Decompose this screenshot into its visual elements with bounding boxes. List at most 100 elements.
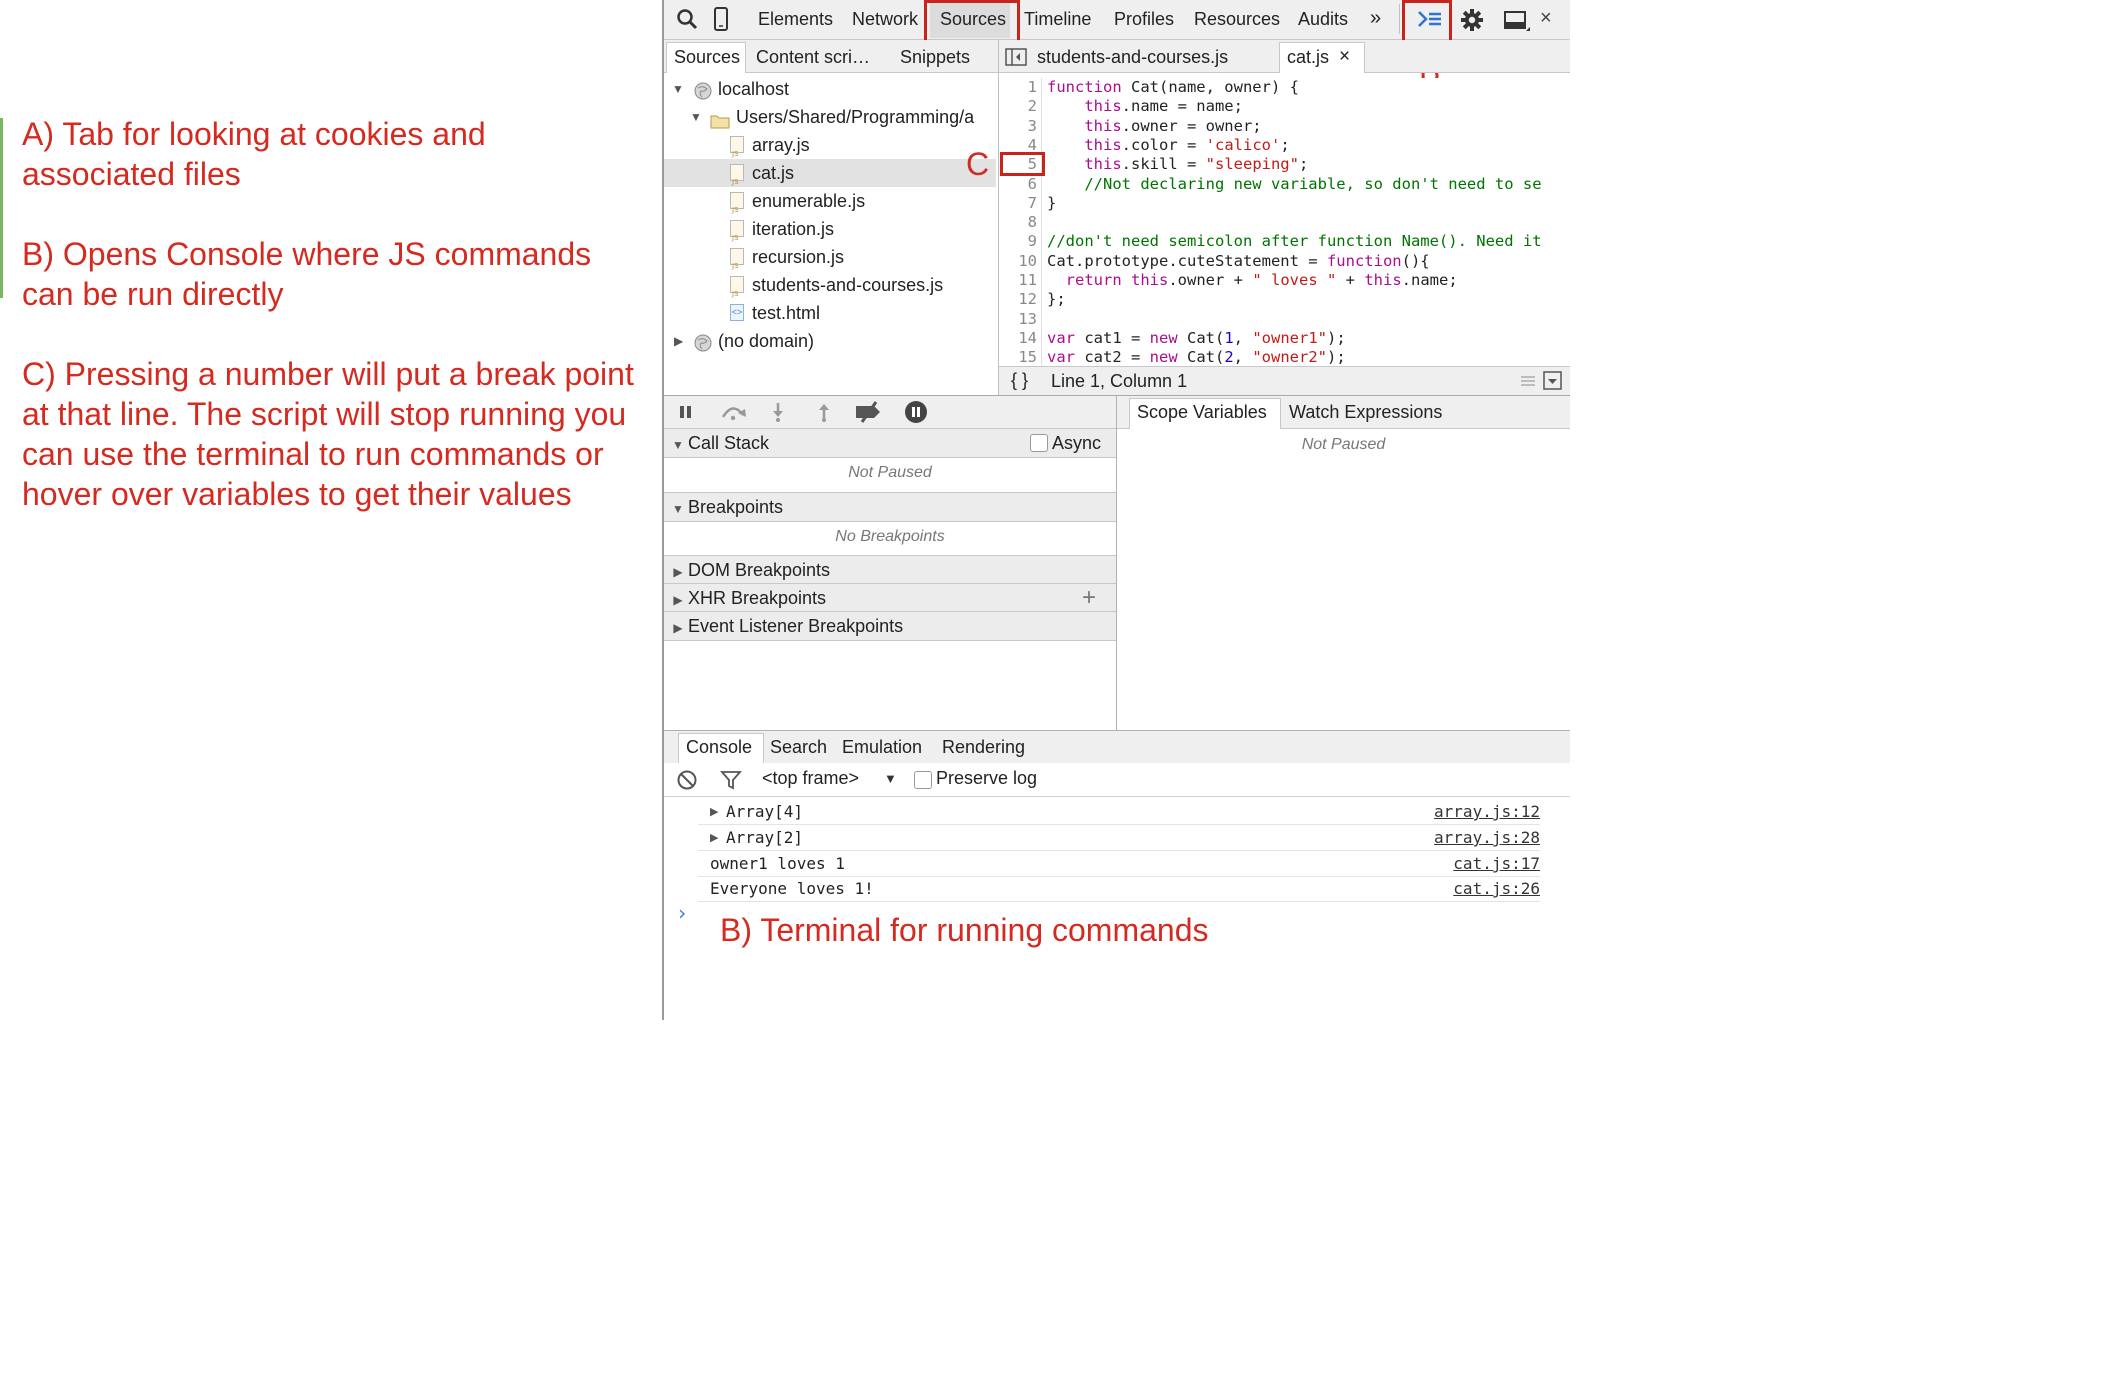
- deactivate-breakpoints-icon[interactable]: [854, 401, 884, 423]
- html-file-icon: <>: [730, 304, 744, 321]
- tree-item-label: students-and-courses.js: [752, 275, 944, 295]
- console-message-text: owner1 loves 1: [710, 854, 845, 873]
- tree-item-label: localhost: [718, 79, 790, 99]
- gear-icon[interactable]: [1460, 8, 1484, 32]
- tree-item-localhost[interactable]: ▼ localhost: [664, 75, 996, 103]
- breakpoints-header[interactable]: ▼ Breakpoints: [664, 492, 1116, 522]
- pretty-print-icon[interactable]: { }: [1011, 370, 1028, 391]
- collapsed-triangle-icon: ▶: [673, 621, 683, 635]
- drawer-tab-emulation[interactable]: Emulation: [842, 737, 922, 758]
- search-icon[interactable]: [676, 8, 698, 30]
- left-edge-accent: [0, 118, 3, 298]
- device-mode-icon[interactable]: [714, 6, 728, 32]
- list-icon[interactable]: [1521, 374, 1535, 388]
- annotation-a-box: [924, 0, 1020, 43]
- console-message-text: Everyone loves 1!: [710, 879, 874, 898]
- tab-close-icon[interactable]: ×: [1339, 46, 1350, 68]
- tab-audits[interactable]: Audits: [1298, 9, 1348, 30]
- pause-icon[interactable]: [678, 405, 694, 419]
- dom-breakpoints-header[interactable]: ▶ DOM Breakpoints: [664, 555, 1116, 585]
- editor-tab-students-and-courses[interactable]: students-and-courses.js: [1037, 47, 1228, 68]
- tab-watch-expressions[interactable]: Watch Expressions: [1289, 402, 1442, 423]
- async-label: Async: [1052, 433, 1102, 453]
- event-breakpoints-title: Event Listener Breakpoints: [688, 616, 904, 636]
- drawer-tab-console[interactable]: Console: [686, 737, 752, 758]
- console-toolbar: <top frame> ▼ Preserve log: [664, 763, 1570, 797]
- toggle-debugger-icon[interactable]: [1543, 371, 1563, 391]
- step-into-icon[interactable]: [770, 402, 786, 422]
- frame-selector[interactable]: <top frame>: [762, 768, 859, 789]
- expand-triangle-icon[interactable]: ▶: [710, 799, 718, 824]
- console-message[interactable]: Everyone loves 1! cat.js:26: [698, 876, 1540, 902]
- tab-timeline[interactable]: Timeline: [1024, 9, 1091, 30]
- close-icon[interactable]: ×: [1540, 7, 1552, 30]
- expand-triangle-icon[interactable]: ▶: [710, 825, 718, 850]
- filter-icon[interactable]: [720, 769, 742, 791]
- console-message[interactable]: owner1 loves 1 cat.js:17: [698, 851, 1540, 877]
- editor-statusbar: { } Line 1, Column 1: [999, 366, 1570, 397]
- note-a: A) Tab for looking at cookies and associ…: [22, 116, 486, 192]
- toggle-navigator-icon[interactable]: [1005, 48, 1027, 66]
- add-xhr-breakpoint-icon[interactable]: +: [1082, 584, 1096, 612]
- tab-elements[interactable]: Elements: [758, 9, 833, 30]
- tree-item-label: enumerable.js: [752, 191, 866, 211]
- console-message-text: Array[4]: [726, 802, 804, 821]
- expanded-triangle-icon: ▼: [672, 82, 684, 96]
- console-message[interactable]: ▶ Array[4] array.js:12: [698, 799, 1540, 825]
- tree-item-no-domain[interactable]: ▶ (no domain): [664, 327, 996, 355]
- code-editor[interactable]: 1 function Cat(name, owner) { 2 this.name…: [999, 78, 1570, 366]
- tab-resources[interactable]: Resources: [1194, 9, 1280, 30]
- tree-item-label: recursion.js: [752, 247, 845, 267]
- js-file-icon: [730, 220, 744, 243]
- nav-tab-snippets[interactable]: Snippets: [900, 47, 970, 68]
- call-stack-header[interactable]: ▼ Call Stack Async: [664, 428, 1116, 458]
- folder-icon: [710, 109, 730, 129]
- event-listener-breakpoints-header[interactable]: ▶ Event Listener Breakpoints: [664, 611, 1116, 641]
- preserve-log-checkbox[interactable]: [914, 771, 932, 789]
- tree-item-enumerable-js[interactable]: enumerable.js: [664, 187, 996, 215]
- console-source-link[interactable]: array.js:12: [1434, 799, 1540, 824]
- note-b: B) Opens Console where JS commands can b…: [22, 236, 592, 312]
- console-source-link[interactable]: cat.js:17: [1453, 851, 1540, 876]
- tree-item-label: test.html: [752, 303, 821, 323]
- xhr-breakpoints-header[interactable]: ▶ XHR Breakpoints +: [664, 583, 1116, 613]
- drawer-tabbar: Console Search Emulation Rendering: [664, 730, 1570, 764]
- tree-item-label: (no domain): [718, 331, 815, 351]
- step-out-icon[interactable]: [816, 402, 832, 422]
- console-source-link[interactable]: cat.js:26: [1453, 876, 1540, 901]
- tree-item-recursion-js[interactable]: recursion.js: [664, 243, 996, 271]
- call-stack-not-paused: Not Paused: [848, 464, 932, 481]
- nav-tab-content-scripts[interactable]: Content scri…: [756, 47, 870, 68]
- async-checkbox[interactable]: [1030, 434, 1048, 452]
- editor-tab-cat-js[interactable]: cat.js: [1287, 47, 1329, 68]
- tree-item-array-js[interactable]: array.js: [664, 131, 996, 159]
- dom-breakpoints-title: DOM Breakpoints: [688, 560, 831, 580]
- prompt-chevron-icon: ›: [676, 901, 689, 925]
- tab-network[interactable]: Network: [852, 9, 918, 30]
- drawer-tab-search[interactable]: Search: [770, 737, 827, 758]
- tab-scope-variables[interactable]: Scope Variables: [1137, 402, 1267, 423]
- editor-tabbar: students-and-courses.js cat.js ×: [999, 40, 1570, 73]
- js-file-icon: [730, 192, 744, 215]
- tree-item-iteration-js[interactable]: iteration.js: [664, 215, 996, 243]
- annotation-panel: A) Tab for looking at cookies and associ…: [0, 0, 662, 1020]
- console-source-link[interactable]: array.js:28: [1434, 825, 1540, 850]
- tree-item-students-and-courses-js[interactable]: students-and-courses.js: [664, 271, 996, 299]
- step-over-icon[interactable]: [720, 403, 748, 421]
- clear-console-icon[interactable]: [676, 769, 698, 791]
- tree-item-test-html[interactable]: <> test.html: [664, 299, 996, 327]
- pause-on-exceptions-icon[interactable]: [904, 400, 928, 424]
- dock-side-icon[interactable]: [1504, 10, 1530, 32]
- dropdown-arrow-icon[interactable]: ▼: [884, 771, 897, 786]
- console-message-text: Array[2]: [726, 828, 804, 847]
- tab-profiles[interactable]: Profiles: [1114, 9, 1174, 30]
- tree-item-folder[interactable]: ▼ Users/Shared/Programming/a: [664, 103, 996, 131]
- nav-tab-sources[interactable]: Sources: [674, 47, 740, 68]
- console-message[interactable]: ▶ Array[2] array.js:28: [698, 825, 1540, 851]
- expanded-triangle-icon: ▼: [672, 502, 684, 516]
- call-stack-title: Call Stack: [688, 433, 770, 453]
- tree-item-cat-js[interactable]: cat.js: [664, 159, 996, 187]
- devtools-window: Elements Network Sources Timeline Profil…: [662, 0, 1570, 1020]
- drawer-tab-rendering[interactable]: Rendering: [942, 737, 1025, 758]
- more-tabs-chevron-icon[interactable]: »: [1370, 7, 1381, 30]
